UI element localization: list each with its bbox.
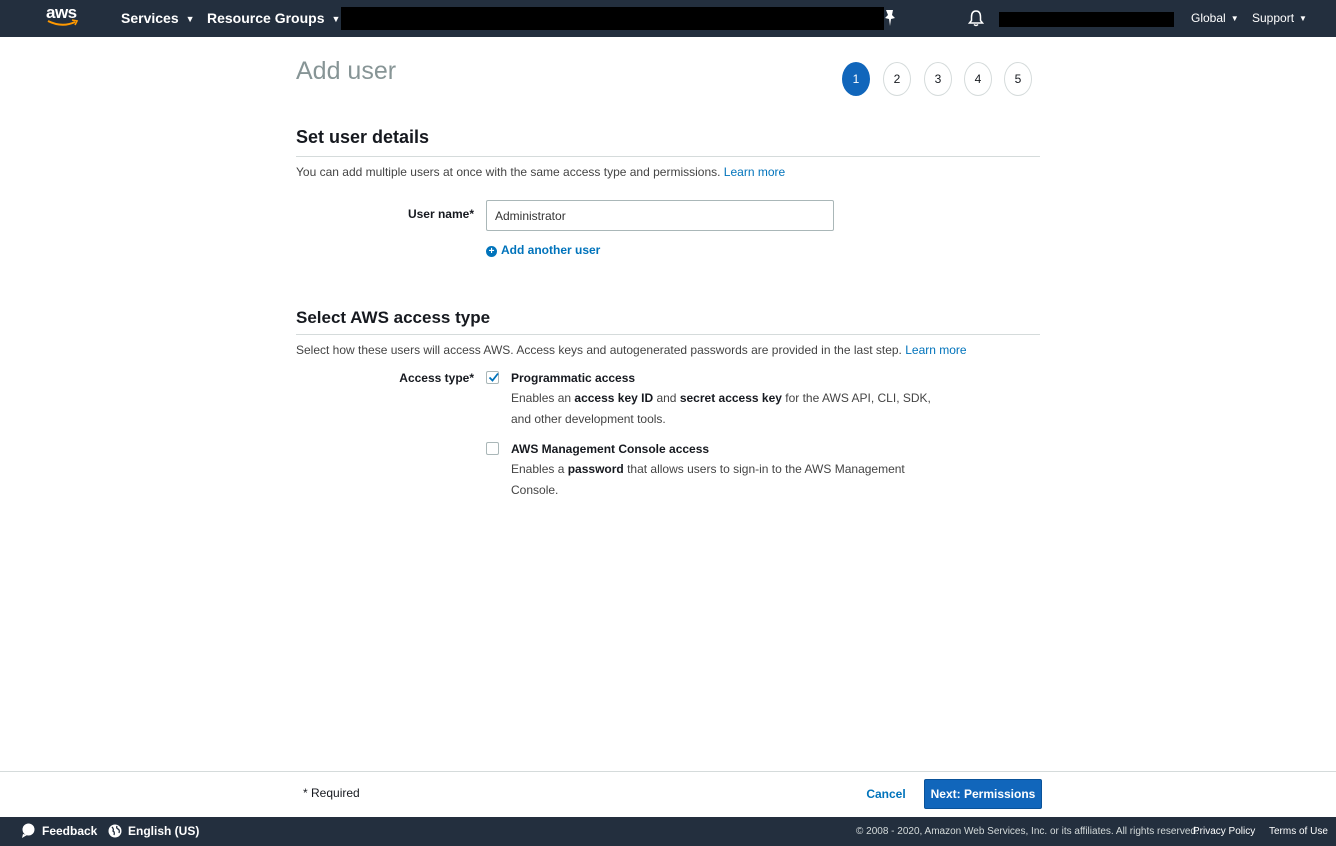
desc-bold-text: secret access key <box>679 391 782 405</box>
step-3[interactable]: 3 <box>924 62 952 96</box>
wizard-footer <box>0 771 1336 817</box>
desc-text: Enables an <box>511 391 575 405</box>
checkmark-icon <box>488 372 499 382</box>
chevron-down-icon: ▼ <box>1299 14 1307 23</box>
notifications-bell-icon[interactable] <box>967 9 985 27</box>
access-type-description-text: Select how these users will access AWS. … <box>296 343 902 357</box>
required-note: * Required <box>303 786 360 800</box>
access-type-label: Access type* <box>399 371 474 385</box>
chevron-down-icon: ▼ <box>1230 14 1239 23</box>
programmatic-access-checkbox[interactable] <box>486 371 499 384</box>
redacted-search-area <box>341 7 884 30</box>
step-5[interactable]: 5 <box>1004 62 1032 96</box>
step-2[interactable]: 2 <box>883 62 911 96</box>
section-divider <box>296 334 1040 335</box>
terms-of-use-link[interactable]: Terms of Use <box>1269 817 1328 846</box>
desc-bold-text: password <box>567 462 624 476</box>
access-type-heading: Select AWS access type <box>296 308 491 327</box>
add-another-user-label: Add another user <box>501 243 601 257</box>
resource-groups-label: Resource Groups <box>207 10 325 26</box>
page-title: Add user <box>296 57 397 85</box>
resource-groups-menu[interactable]: Resource Groups ▼ <box>207 0 340 37</box>
privacy-policy-link[interactable]: Privacy Policy <box>1193 817 1255 846</box>
user-details-description-text: You can add multiple users at once with … <box>296 165 721 179</box>
chevron-down-icon: ▼ <box>185 14 195 24</box>
aws-logo[interactable]: aws <box>46 4 80 32</box>
redacted-account-name <box>999 12 1174 27</box>
learn-more-link[interactable]: Learn more <box>905 343 966 357</box>
services-label: Services <box>121 10 179 26</box>
region-label: Global <box>1191 11 1226 25</box>
console-access-description: Enables a password that allows users to … <box>511 459 931 501</box>
support-label: Support <box>1252 11 1295 25</box>
chevron-down-icon: ▼ <box>331 14 341 24</box>
language-selector[interactable]: English (US) <box>108 817 199 846</box>
user-details-description: You can add multiple users at once with … <box>296 165 785 179</box>
step-4[interactable]: 4 <box>964 62 992 96</box>
desc-text: Enables a <box>511 462 568 476</box>
access-type-description: Select how these users will access AWS. … <box>296 343 967 357</box>
add-circle-icon: + <box>486 246 497 257</box>
copyright-text: © 2008 - 2020, Amazon Web Services, Inc.… <box>856 826 1199 837</box>
top-navigation-bar: aws Services ▼ Resource Groups ▼ Global ▼ S… <box>0 0 1336 37</box>
services-menu[interactable]: Services ▼ <box>121 0 195 37</box>
next-permissions-button[interactable]: Next: Permissions <box>924 779 1042 809</box>
speech-bubble-icon <box>22 823 35 838</box>
user-name-label: User name* <box>407 207 474 221</box>
globe-icon <box>108 824 122 838</box>
pin-icon[interactable] <box>883 9 897 27</box>
console-access-title: AWS Management Console access <box>511 442 710 456</box>
learn-more-link[interactable]: Learn more <box>724 165 785 179</box>
programmatic-access-description: Enables an access key ID and secret acce… <box>511 388 931 430</box>
user-name-input[interactable] <box>486 200 834 231</box>
language-label: English (US) <box>128 824 200 838</box>
desc-bold-text: access key ID <box>574 391 654 405</box>
aws-smile-icon <box>47 19 79 26</box>
support-menu[interactable]: Support ▼ <box>1252 0 1307 37</box>
feedback-button[interactable]: Feedback <box>21 817 97 846</box>
feedback-label: Feedback <box>42 824 98 838</box>
programmatic-access-title: Programmatic access <box>511 371 636 385</box>
console-bottom-bar: Feedback English (US) © 2008 - 2020, Ama… <box>0 817 1336 846</box>
section-divider <box>296 156 1040 157</box>
region-selector[interactable]: Global ▼ <box>1191 0 1239 37</box>
desc-text: and <box>653 391 680 405</box>
console-access-checkbox[interactable] <box>486 442 499 455</box>
set-user-details-heading: Set user details <box>296 127 430 147</box>
cancel-button[interactable]: Cancel <box>860 779 912 809</box>
add-another-user-link[interactable]: + Add another user <box>486 243 600 257</box>
step-1[interactable]: 1 <box>842 62 870 96</box>
